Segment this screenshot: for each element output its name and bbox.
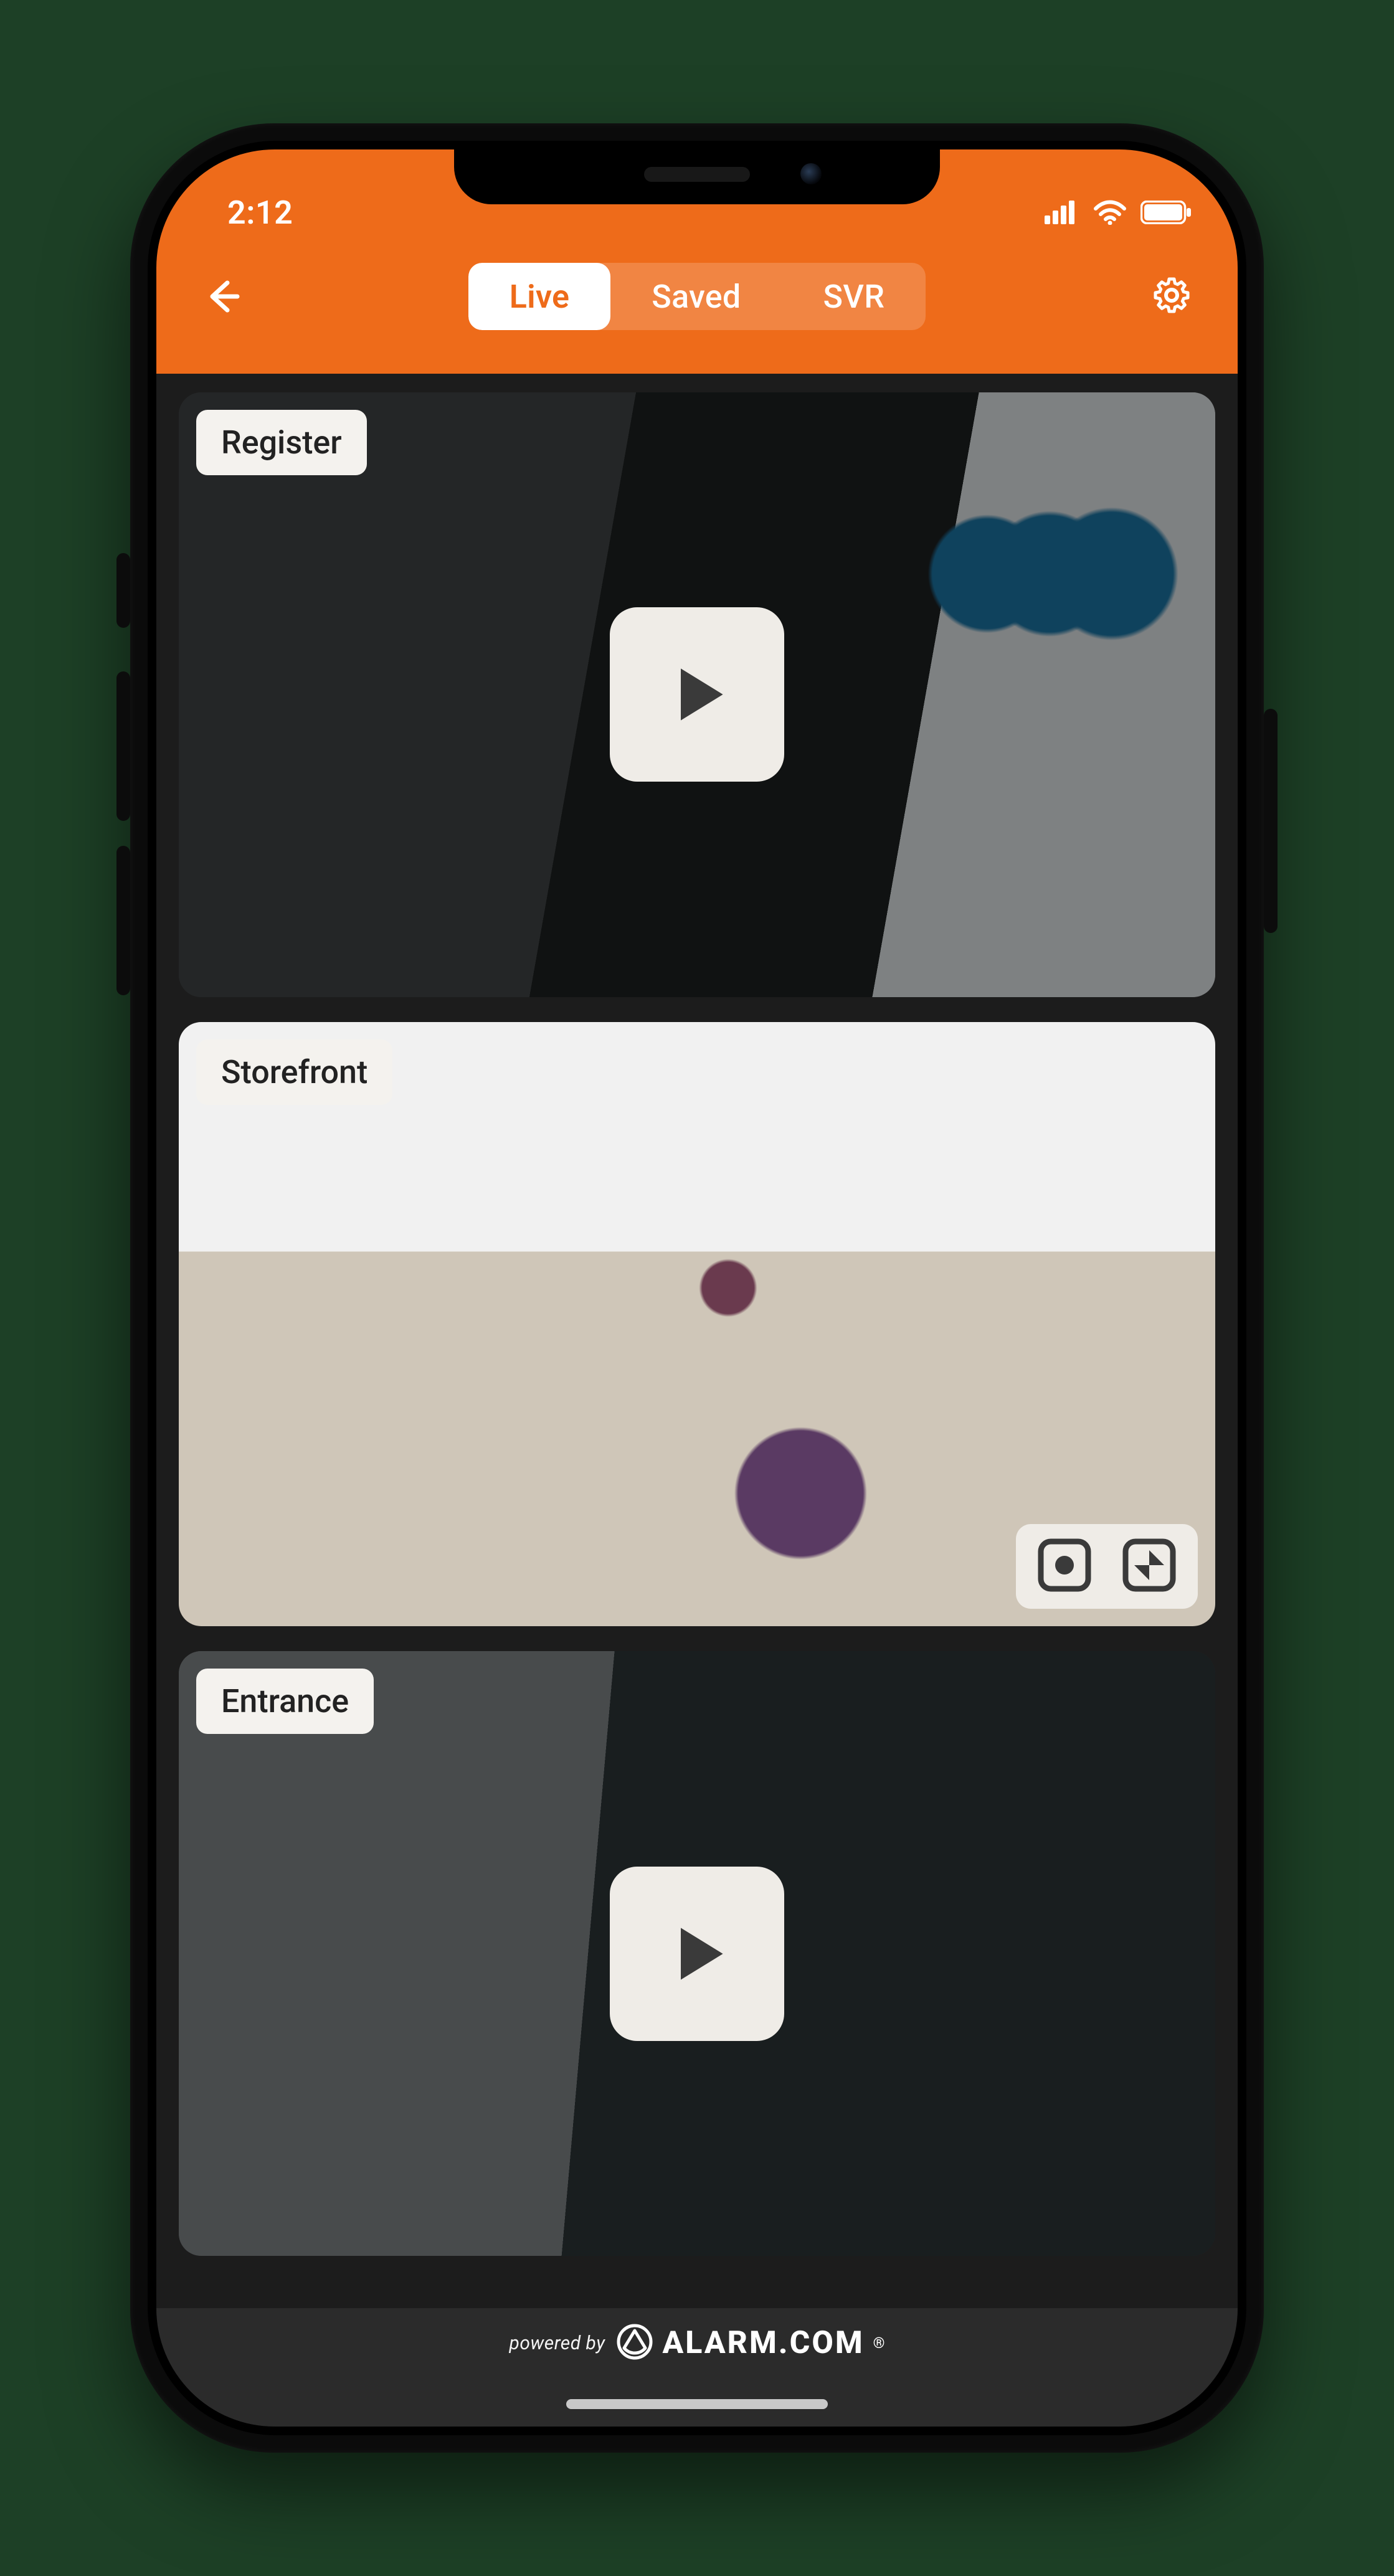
phone-screen: 2:12: [156, 149, 1238, 2427]
camera-card-entrance[interactable]: Entrance: [179, 1651, 1215, 2256]
expand-button[interactable]: [1118, 1535, 1180, 1598]
view-mode-segmented-control: Live Saved SVR: [468, 263, 926, 330]
phone-front-camera: [800, 163, 822, 184]
brand-mark: ALARM.COM ®: [616, 2323, 884, 2363]
tab-saved-label: Saved: [652, 278, 741, 316]
brand-logo-icon: [616, 2323, 653, 2363]
play-button[interactable]: [610, 1867, 784, 2041]
settings-button[interactable]: [1140, 265, 1203, 328]
powered-by-label: powered by: [509, 2332, 605, 2354]
camera-label: Entrance: [196, 1669, 374, 1734]
camera-label: Storefront: [196, 1039, 392, 1105]
play-icon: [657, 654, 737, 735]
phone-power-button: [1264, 709, 1278, 933]
phone-bezel: 2:12: [148, 141, 1246, 2435]
battery-icon: [1140, 201, 1192, 224]
phone-volume-up: [116, 671, 130, 821]
cellular-icon: [1045, 201, 1079, 224]
play-button[interactable]: [610, 607, 784, 782]
phone-frame: 2:12: [130, 123, 1264, 2453]
home-indicator[interactable]: [566, 2399, 828, 2409]
tab-saved[interactable]: Saved: [610, 263, 782, 330]
camera-label: Register: [196, 410, 367, 475]
app-root: 2:12: [156, 149, 1238, 2427]
status-time: 2:12: [202, 194, 293, 232]
gear-icon: [1150, 274, 1193, 319]
record-button[interactable]: [1033, 1535, 1096, 1598]
status-indicators: [1045, 200, 1192, 225]
tab-svr-label: SVR: [823, 278, 885, 316]
play-icon: [657, 1913, 737, 1994]
app-footer: powered by ALARM.COM ®: [156, 2308, 1238, 2427]
phone-notch: [454, 149, 940, 204]
brand-name: ALARM.COM: [662, 2325, 864, 2361]
registered-icon: ®: [873, 2334, 885, 2352]
brand-block: powered by ALARM.COM ®: [509, 2323, 884, 2363]
phone-mute-switch: [116, 553, 130, 628]
camera-feed-list[interactable]: Register Storefront: [156, 374, 1238, 2308]
phone-volume-down: [116, 846, 130, 995]
camera-tools: [1016, 1524, 1198, 1609]
nav-row: Live Saved SVR: [156, 247, 1238, 346]
tab-live-label: Live: [510, 278, 570, 316]
record-icon: [1036, 1537, 1093, 1596]
camera-card-storefront[interactable]: Storefront: [179, 1022, 1215, 1627]
back-button[interactable]: [191, 265, 254, 328]
expand-icon: [1121, 1537, 1178, 1596]
tab-live[interactable]: Live: [468, 263, 611, 330]
page-background: 2:12: [0, 0, 1394, 2576]
camera-card-register[interactable]: Register: [179, 392, 1215, 997]
tab-svr[interactable]: SVR: [782, 263, 926, 330]
wifi-icon: [1093, 200, 1127, 225]
